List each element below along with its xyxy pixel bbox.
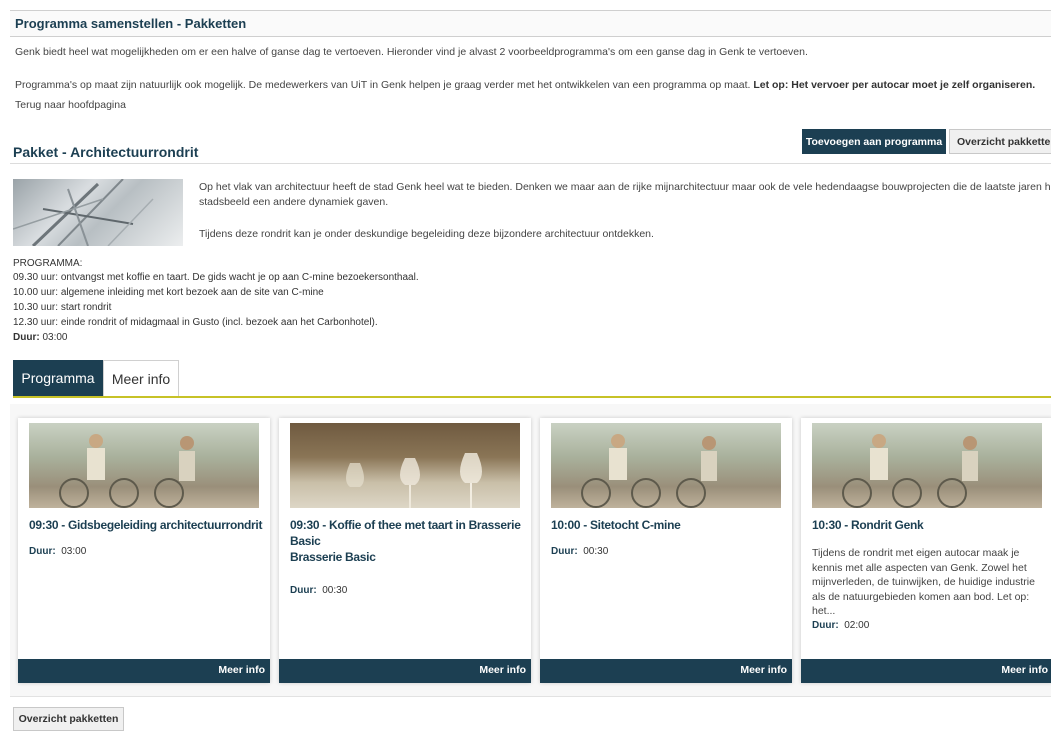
- card-footer: Meer info: [18, 659, 270, 683]
- program-cards: 09:30 - Gidsbegeleiding architectuurrond…: [10, 404, 1051, 697]
- tab-underline: [13, 396, 1051, 398]
- intro-text-2: Programma's op maat zijn natuurlijk ook …: [15, 79, 1035, 91]
- wine-glasses-photo: [346, 453, 482, 508]
- intro-text-2-warning: Let op: Het vervoer per autocar moet je …: [753, 79, 1036, 91]
- card-text-line: kennis met alle aspecten van Genk. Zowel…: [812, 561, 1027, 574]
- add-to-program-button[interactable]: Toevoegen aan programma: [802, 129, 946, 154]
- card-more-info-link[interactable]: Meer info: [1001, 664, 1048, 676]
- card-title-line: Basic: [290, 534, 321, 548]
- card-text-line: het...: [812, 605, 836, 617]
- duration-value: 03:00: [42, 332, 68, 343]
- card-title: 10:30 - Rondrit Genk: [812, 517, 1047, 533]
- card-title: 09:30 - Gidsbegeleiding architectuurrond…: [29, 517, 264, 533]
- card-title-line: 10:30 - Rondrit Genk: [812, 518, 924, 532]
- programma-line: 12.30 uur: einde rondrit of midagmaal in…: [13, 317, 378, 328]
- page-title: Programma samenstellen - Pakketten: [15, 16, 247, 31]
- package-title: Pakket - Architectuurrondrit: [13, 144, 199, 160]
- programma-heading: PROGRAMMA:: [13, 258, 83, 269]
- card-image: [551, 423, 781, 508]
- package-description-2: stadsbeeld een andere dynamiek gaven.: [199, 196, 389, 208]
- programma-line: 09.30 uur: ontvangst met koffie en taart…: [13, 272, 419, 283]
- program-card: 09:30 - Gidsbegeleiding architectuurrond…: [18, 418, 270, 683]
- card-title: 09:30 - Koffie of thee met taart in Bras…: [290, 517, 525, 565]
- card-duration-value: 03:00: [61, 546, 87, 557]
- card-duration-value: 02:00: [844, 620, 870, 631]
- back-to-home-link[interactable]: Terug naar hoofdpagina: [15, 99, 126, 111]
- cyclists-photo: [59, 434, 195, 508]
- card-image: [290, 423, 520, 508]
- duration-label: Duur:: [13, 332, 40, 343]
- card-duration-value: 00:30: [322, 585, 348, 596]
- package-description-1: Op het vlak van architectuur heeft de st…: [199, 181, 1051, 193]
- tab-programma[interactable]: Programma: [13, 360, 103, 396]
- card-text-line: Tijdens de rondrit met eigen autocar maa…: [812, 547, 1020, 559]
- card-more-info-link[interactable]: Meer info: [479, 664, 526, 676]
- cyclists-photo: [581, 434, 717, 508]
- card-more-info-link[interactable]: Meer info: [218, 664, 265, 676]
- card-footer: Meer info: [801, 659, 1051, 683]
- card-duration: Duur: 03:00: [29, 546, 86, 557]
- card-title-line: 10:00 - Sitetocht C-mine: [551, 518, 681, 532]
- package-overview-button-bottom[interactable]: Overzicht pakketten: [13, 707, 124, 731]
- card-footer: Meer info: [279, 659, 531, 683]
- intro-text-1: Genk biedt heel wat mogelijkheden om er …: [15, 46, 808, 58]
- package-description-3: Tijdens deze rondrit kan je onder deskun…: [199, 228, 654, 240]
- divider: [10, 163, 1051, 164]
- card-duration-label: Duur:: [290, 585, 317, 596]
- card-more-info-link[interactable]: Meer info: [740, 664, 787, 676]
- card-text-line: mijnverleden, de tuinwijken, de huidige …: [812, 576, 1035, 588]
- architecture-photo: [13, 179, 154, 246]
- card-image: [812, 423, 1042, 508]
- card-duration-value: 00:30: [583, 546, 609, 557]
- package-overview-button-top[interactable]: Overzicht pakketten: [949, 129, 1051, 154]
- program-card: 09:30 - Koffie of thee met taart in Bras…: [279, 418, 531, 683]
- program-card: 10:00 - Sitetocht C-mine Duur: 00:30 Mee…: [540, 418, 792, 683]
- card-description: Tijdens de rondrit met eigen autocar maa…: [812, 546, 1042, 619]
- card-title: 10:00 - Sitetocht C-mine: [551, 517, 786, 533]
- card-title-line: 09:30 - Gidsbegeleiding architectuurrond…: [29, 518, 263, 532]
- card-duration: Duur: 00:30: [551, 546, 608, 557]
- card-duration: Duur: 02:00: [812, 620, 869, 631]
- tab-meer-info[interactable]: Meer info: [103, 360, 179, 396]
- intro-text-2-normal: Programma's op maat zijn natuurlijk ook …: [15, 79, 751, 91]
- card-footer: Meer info: [540, 659, 792, 683]
- package-image: [13, 179, 183, 246]
- card-subtitle: Brasserie Basic: [290, 550, 376, 564]
- card-text-line: als de natuurgebieden komen aan bod. Let…: [812, 590, 1030, 603]
- programma-line: 10.00 uur: algemene inleiding met kort b…: [13, 287, 324, 298]
- card-duration-label: Duur:: [29, 546, 56, 557]
- programma-line: 10.30 uur: start rondrit: [13, 302, 112, 313]
- programma-duration: Duur: 03:00: [13, 332, 67, 343]
- card-duration: Duur: 00:30: [290, 585, 347, 596]
- card-title-line: 09:30 - Koffie of thee met taart in Bras…: [290, 518, 521, 532]
- card-duration-label: Duur:: [812, 620, 839, 631]
- card-duration-label: Duur:: [551, 546, 578, 557]
- cyclists-photo: [842, 434, 978, 508]
- program-card: 10:30 - Rondrit Genk Tijdens de rondrit …: [801, 418, 1051, 683]
- page-header: Programma samenstellen - Pakketten: [10, 10, 1051, 37]
- card-image: [29, 423, 259, 508]
